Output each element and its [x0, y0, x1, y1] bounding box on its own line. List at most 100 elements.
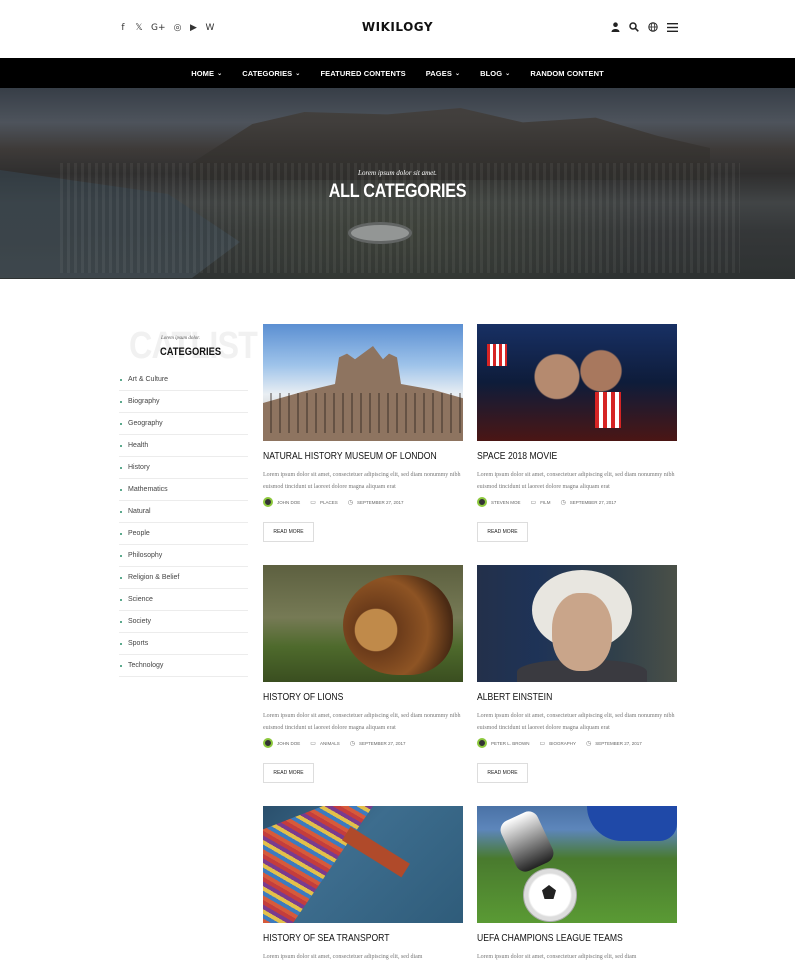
bullet-icon — [120, 510, 122, 513]
menu-icon[interactable] — [667, 22, 678, 36]
category-item[interactable]: Mathematics — [119, 479, 248, 501]
nav-item-categories[interactable]: CATEGORIES ⌄ — [242, 69, 300, 78]
hero-banner: Lorem ipsum dolor sit amet. ALL CATEGORI… — [0, 88, 795, 279]
folder-icon: ▭ — [530, 498, 537, 506]
post-thumbnail[interactable] — [263, 565, 463, 682]
folder-icon: ▭ — [310, 739, 316, 747]
main-nav: HOME ⌄ CATEGORIES ⌄ FEATURED CONTENTS PAGE… — [0, 58, 795, 88]
chevron-down-icon: ⌄ — [505, 70, 511, 77]
chevron-down-icon: ⌄ — [217, 70, 223, 77]
header-tools — [611, 22, 678, 36]
read-more-button[interactable]: READ MORE — [263, 763, 314, 783]
post-thumbnail[interactable] — [263, 324, 463, 441]
category-item[interactable]: History — [119, 457, 248, 479]
user-icon[interactable] — [611, 22, 620, 36]
bullet-icon — [120, 422, 122, 425]
bullet-icon — [120, 378, 122, 381]
post-title[interactable]: HISTORY OF LIONS — [263, 691, 343, 703]
post-card: SPACE 2018 MOVIE Lorem ipsum dolor sit a… — [477, 324, 677, 542]
post-card: NATURAL HISTORY MUSEUM OF LONDON Lorem i… — [263, 324, 463, 542]
bullet-icon — [120, 532, 122, 535]
boot-shape — [497, 808, 557, 875]
avatar — [263, 738, 273, 748]
hero-subtitle: Lorem ipsum dolor sit amet. — [358, 169, 437, 177]
avatar — [477, 738, 487, 748]
post-date: SEPTEMBER 27, 2017 — [356, 499, 404, 505]
post-author[interactable]: JOHN DOE — [277, 500, 300, 505]
category-item[interactable]: Science — [119, 589, 248, 611]
nav-item-pages[interactable]: PAGES ⌄ — [426, 69, 460, 78]
bullet-icon — [120, 554, 122, 557]
site-header: f 𝕏 G+ ◎ ▶ W WIKILOGY — [0, 0, 795, 58]
folder-icon: ▭ — [310, 498, 316, 506]
post-card: HISTORY OF SEA TRANSPORT Lorem ipsum dol… — [263, 806, 463, 960]
category-item[interactable]: Sports — [119, 633, 248, 655]
post-category[interactable]: PLACES — [320, 500, 338, 505]
post-excerpt: Lorem ipsum dolor sit amet, consectetuer… — [477, 472, 675, 490]
post-title[interactable]: ALBERT EINSTEIN — [477, 691, 552, 703]
folder-icon: ▭ — [539, 739, 546, 747]
category-item[interactable]: Health — [119, 435, 248, 457]
category-list: Art & Culture Biography Geography Health… — [119, 369, 248, 677]
category-item[interactable]: Philosophy — [119, 545, 248, 567]
post-title[interactable]: UEFA CHAMPIONS LEAGUE TEAMS — [477, 932, 623, 944]
category-item[interactable]: Biography — [119, 391, 248, 413]
post-author[interactable]: PETER L. BROWN — [491, 741, 530, 746]
bullet-icon — [120, 620, 122, 623]
sidebar-subtitle: Lorem ipsum dolor. — [161, 336, 200, 341]
post-category[interactable]: BIOGRAPHY — [549, 741, 576, 746]
post-category[interactable]: ANIMALS — [320, 741, 340, 746]
post-meta: JOHN DOE ▭ ANIMALS ◷ SEPTEMBER 27, 2017 — [263, 738, 405, 748]
post-meta: PETER L. BROWN ▭ BIOGRAPHY ◷ SEPTEMBER 2… — [477, 738, 642, 748]
post-category[interactable]: FILM — [540, 500, 550, 505]
post-thumbnail[interactable] — [263, 806, 463, 923]
read-more-button[interactable]: READ MORE — [477, 522, 528, 542]
post-excerpt: Lorem ipsum dolor sit amet, consectetuer… — [477, 713, 675, 731]
nav-item-blog[interactable]: BLOG ⌄ — [480, 69, 510, 78]
post-meta: JOHN DOE ▭ PLACES ◷ SEPTEMBER 27, 2017 — [263, 497, 403, 507]
category-item[interactable]: Geography — [119, 413, 248, 435]
chevron-down-icon: ⌄ — [295, 70, 301, 77]
clock-icon: ◷ — [560, 498, 566, 506]
read-more-button[interactable]: READ MORE — [263, 522, 314, 542]
post-excerpt: Lorem ipsum dolor sit amet, consectetuer… — [477, 954, 637, 960]
avatar — [263, 497, 273, 507]
bullet-icon — [120, 488, 122, 491]
post-thumbnail[interactable] — [477, 565, 677, 682]
post-excerpt: Lorem ipsum dolor sit amet, consectetuer… — [263, 713, 461, 731]
museum-windows — [263, 393, 463, 433]
bullet-icon — [120, 400, 122, 403]
page-title: ALL CATEGORIES — [328, 181, 467, 202]
nav-item-random-content[interactable]: RANDOM CONTENT — [530, 69, 603, 78]
portrait-face — [552, 593, 612, 671]
clock-icon: ◷ — [347, 498, 353, 506]
lion-shape — [343, 575, 453, 675]
post-card: UEFA CHAMPIONS LEAGUE TEAMS Lorem ipsum … — [477, 806, 677, 960]
post-title[interactable]: HISTORY OF SEA TRANSPORT — [263, 932, 389, 944]
read-more-button[interactable]: READ MORE — [477, 763, 528, 783]
player-shape — [587, 806, 677, 841]
post-author[interactable]: STEVEN MOE — [491, 500, 521, 505]
category-item[interactable]: Religion & Belief — [119, 567, 248, 589]
bullet-icon — [120, 576, 122, 579]
post-author[interactable]: JOHN DOE — [277, 741, 300, 746]
post-title[interactable]: NATURAL HISTORY MUSEUM OF LONDON — [263, 450, 437, 462]
globe-icon[interactable] — [648, 22, 658, 36]
nav-item-home[interactable]: HOME ⌄ — [191, 69, 222, 78]
category-item[interactable]: Society — [119, 611, 248, 633]
post-thumbnail[interactable] — [477, 806, 677, 923]
category-item[interactable]: Technology — [119, 655, 248, 677]
post-thumbnail[interactable] — [477, 324, 677, 441]
bullet-icon — [120, 642, 122, 645]
search-icon[interactable] — [629, 22, 639, 36]
containers-shape — [263, 806, 373, 923]
bullet-icon — [120, 466, 122, 469]
category-item[interactable]: Natural — [119, 501, 248, 523]
category-item[interactable]: People — [119, 523, 248, 545]
post-title[interactable]: SPACE 2018 MOVIE — [477, 450, 557, 462]
category-item[interactable]: Art & Culture — [119, 369, 248, 391]
popcorn-shape — [595, 392, 621, 428]
post-excerpt: Lorem ipsum dolor sit amet, consectetuer… — [263, 954, 423, 960]
post-card: HISTORY OF LIONS Lorem ipsum dolor sit a… — [263, 565, 463, 783]
nav-item-featured-contents[interactable]: FEATURED CONTENTS — [320, 69, 405, 78]
